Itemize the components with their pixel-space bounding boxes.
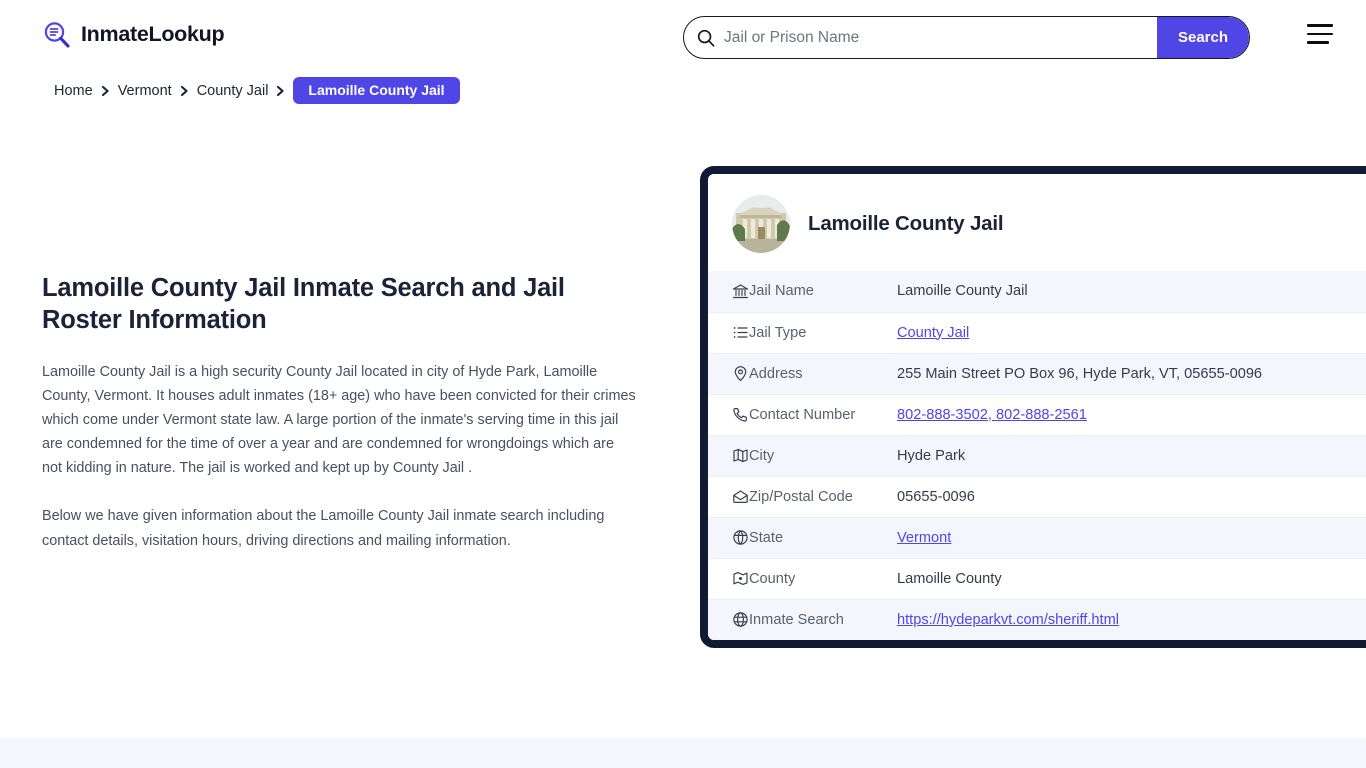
breadcrumb-item-county-jail[interactable]: County Jail [197, 83, 269, 99]
secondary-paragraph: Below we have given information about th… [42, 508, 605, 549]
row-value: 05655-0096 [897, 488, 975, 505]
row-value: County Jail [897, 312, 1366, 353]
phone-icon [708, 394, 749, 435]
hamburger-menu-icon[interactable] [1307, 24, 1333, 44]
table-row: County Lamoille County [708, 558, 1366, 599]
row-label: Contact Number [749, 406, 856, 423]
brand-name: InmateLookup [81, 22, 225, 47]
search-icon [697, 29, 715, 47]
breadcrumb: Home Vermont County Jail Lamoille County… [54, 77, 460, 104]
row-value: Hyde Park [897, 447, 966, 464]
row-label: Jail Name [749, 283, 814, 300]
row-label: State [749, 529, 784, 546]
article-column: Lamoille County Jail Inmate Search and J… [42, 272, 637, 553]
card-header: Lamoille County Jail [708, 174, 1366, 271]
map-area-icon [708, 558, 749, 599]
table-row: City Hyde Park [708, 435, 1366, 476]
envelope-icon [708, 476, 749, 517]
row-label: Inmate Search [749, 611, 844, 628]
row-label: Address [749, 365, 803, 382]
brand-logo-link[interactable]: InmateLookup [42, 20, 225, 50]
chevron-right-icon [180, 85, 189, 97]
map-icon [708, 435, 749, 476]
row-label: County [749, 570, 796, 587]
www-globe-icon [708, 599, 749, 640]
jail-info-card: Lamoille County Jail Jail Name Lamoille … [700, 166, 1366, 648]
row-label: Zip/Postal Code [749, 488, 853, 505]
hamburger-bar [1307, 24, 1333, 27]
chevron-right-icon [101, 85, 110, 97]
page-title: Lamoille County Jail Inmate Search and J… [42, 274, 565, 335]
row-value: Lamoille County Jail [897, 283, 1028, 300]
table-row: Jail Name Lamoille County Jail [708, 271, 1366, 312]
row-label: Jail Type [749, 324, 807, 341]
search-input[interactable] [715, 17, 1157, 58]
row-value: Lamoille County [897, 570, 1002, 587]
hamburger-bar [1307, 32, 1333, 36]
site-header: InmateLookup Search [0, 0, 1366, 74]
table-row: State Vermont [708, 517, 1366, 558]
footer-band [0, 738, 1366, 768]
card-title: Lamoille County Jail [808, 212, 1004, 235]
row-value: https://hydeparkvt.com/sheriff.html [897, 599, 1366, 640]
state-link[interactable]: Vermont [897, 530, 951, 546]
breadcrumb-item-vermont[interactable]: Vermont [118, 83, 172, 99]
globe-icon [708, 517, 749, 558]
inmate-search-link[interactable]: https://hydeparkvt.com/sheriff.html [897, 612, 1119, 628]
page-root: InmateLookup Search Home Vermont [0, 0, 1366, 768]
magnifier-list-icon [42, 20, 72, 50]
row-value: Vermont [897, 517, 1366, 558]
jail-type-link[interactable]: County Jail [897, 325, 969, 341]
jail-details-table: Jail Name Lamoille County Jail Jail Type… [708, 271, 1366, 640]
breadcrumb-item-home[interactable]: Home [54, 83, 93, 99]
table-row: Contact Number 802-888-3502, 802-888-256… [708, 394, 1366, 435]
search-button[interactable]: Search [1157, 17, 1249, 58]
list-icon [708, 312, 749, 353]
hamburger-bar [1307, 41, 1329, 44]
row-value: 802-888-3502, 802-888-2561 [897, 394, 1366, 435]
table-row: Inmate Search https://hydeparkvt.com/she… [708, 599, 1366, 640]
intro-paragraph: Lamoille County Jail is a high security … [42, 364, 636, 477]
table-row: Zip/Postal Code 05655-0096 [708, 476, 1366, 517]
row-value: 255 Main Street PO Box 96, Hyde Park, VT… [897, 365, 1263, 382]
table-row: Address 255 Main Street PO Box 96, Hyde … [708, 353, 1366, 394]
breadcrumb-current-page: Lamoille County Jail [293, 77, 460, 104]
table-row: Jail Type County Jail [708, 312, 1366, 353]
bank-icon [708, 271, 749, 312]
chevron-right-icon [276, 85, 285, 97]
map-pin-icon [708, 353, 749, 394]
search-bar: Search [683, 16, 1250, 59]
courthouse-photo [732, 195, 790, 253]
row-label: City [749, 447, 775, 464]
contact-number-link[interactable]: 802-888-3502, 802-888-2561 [897, 407, 1087, 423]
